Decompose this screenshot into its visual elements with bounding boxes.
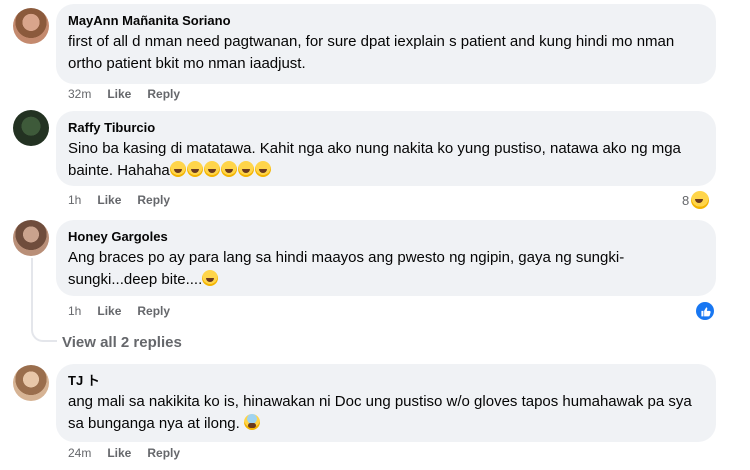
comment-meta: 24m Like Reply [68, 446, 180, 460]
thread-line [31, 258, 33, 320]
comment-text-content: Ang braces po ay para lang sa hindi maay… [68, 249, 625, 288]
laughing-emoji-icon [220, 161, 237, 177]
comment-text: Ang braces po ay para lang sa hindi maay… [68, 247, 704, 291]
reply-button[interactable]: Reply [137, 193, 170, 207]
comment-text-content: Sino ba kasing di matatawa. Kahit nga ak… [68, 140, 681, 179]
comment-text: first of all d nman need pagtwanan, for … [68, 33, 675, 72]
like-button[interactable]: Like [97, 304, 121, 318]
laughing-emoji-icon [237, 161, 254, 177]
avatar[interactable] [13, 220, 49, 256]
laughing-emoji-icon [202, 270, 219, 286]
comment-bubble: Raffy Tiburcio Sino ba kasing di matataw… [56, 111, 716, 186]
comment-meta: 1h Like Reply [68, 193, 170, 207]
reply-button[interactable]: Reply [147, 87, 180, 101]
reply-button[interactable]: Reply [147, 446, 180, 460]
comment-bubble: TJ ト ang mali sa nakikita ko is, hinawak… [56, 364, 716, 442]
comment-author[interactable]: MayAnn Mañanita Soriano [68, 12, 704, 29]
comment-time[interactable]: 32m [68, 87, 91, 101]
reaction-summary[interactable] [696, 302, 714, 320]
avatar[interactable] [13, 365, 49, 401]
comment-text: Sino ba kasing di matatawa. Kahit nga ak… [68, 138, 704, 182]
comment-meta: 32m Like Reply [68, 87, 180, 101]
like-reaction-icon [696, 302, 714, 320]
reaction-count: 8 [682, 192, 690, 208]
laughing-emoji-icon [169, 161, 186, 177]
comment-time[interactable]: 1h [68, 193, 81, 207]
laughing-emoji-icon [254, 161, 271, 177]
comment-author[interactable]: TJ ト [68, 372, 704, 389]
comment-time[interactable]: 24m [68, 446, 91, 460]
avatar[interactable] [13, 8, 49, 44]
comment-time[interactable]: 1h [68, 304, 81, 318]
laughing-emoji-icon [691, 191, 710, 209]
comment-meta: 1h Like Reply [68, 304, 170, 318]
like-button[interactable]: Like [107, 446, 131, 460]
laughing-emoji-icon [203, 161, 220, 177]
comment-author[interactable]: Honey Gargoles [68, 228, 704, 245]
comment-text: ang mali sa nakikita ko is, hinawakan ni… [68, 391, 704, 435]
like-button[interactable]: Like [97, 193, 121, 207]
avatar[interactable] [13, 110, 49, 146]
fearful-emoji-icon [243, 414, 260, 430]
comment-author[interactable]: Raffy Tiburcio [68, 119, 704, 136]
like-button[interactable]: Like [107, 87, 131, 101]
comment-bubble: MayAnn Mañanita Soriano first of all d n… [56, 4, 716, 84]
laughing-emoji-icon [186, 161, 203, 177]
comment-bubble: Honey Gargoles Ang braces po ay para lan… [56, 220, 716, 296]
thread-elbow [31, 318, 57, 342]
reaction-summary[interactable]: 8 [682, 191, 710, 209]
reply-button[interactable]: Reply [137, 304, 170, 318]
comment-text-content: ang mali sa nakikita ko is, hinawakan ni… [68, 393, 692, 432]
view-all-replies-link[interactable]: View all 2 replies [62, 334, 182, 351]
